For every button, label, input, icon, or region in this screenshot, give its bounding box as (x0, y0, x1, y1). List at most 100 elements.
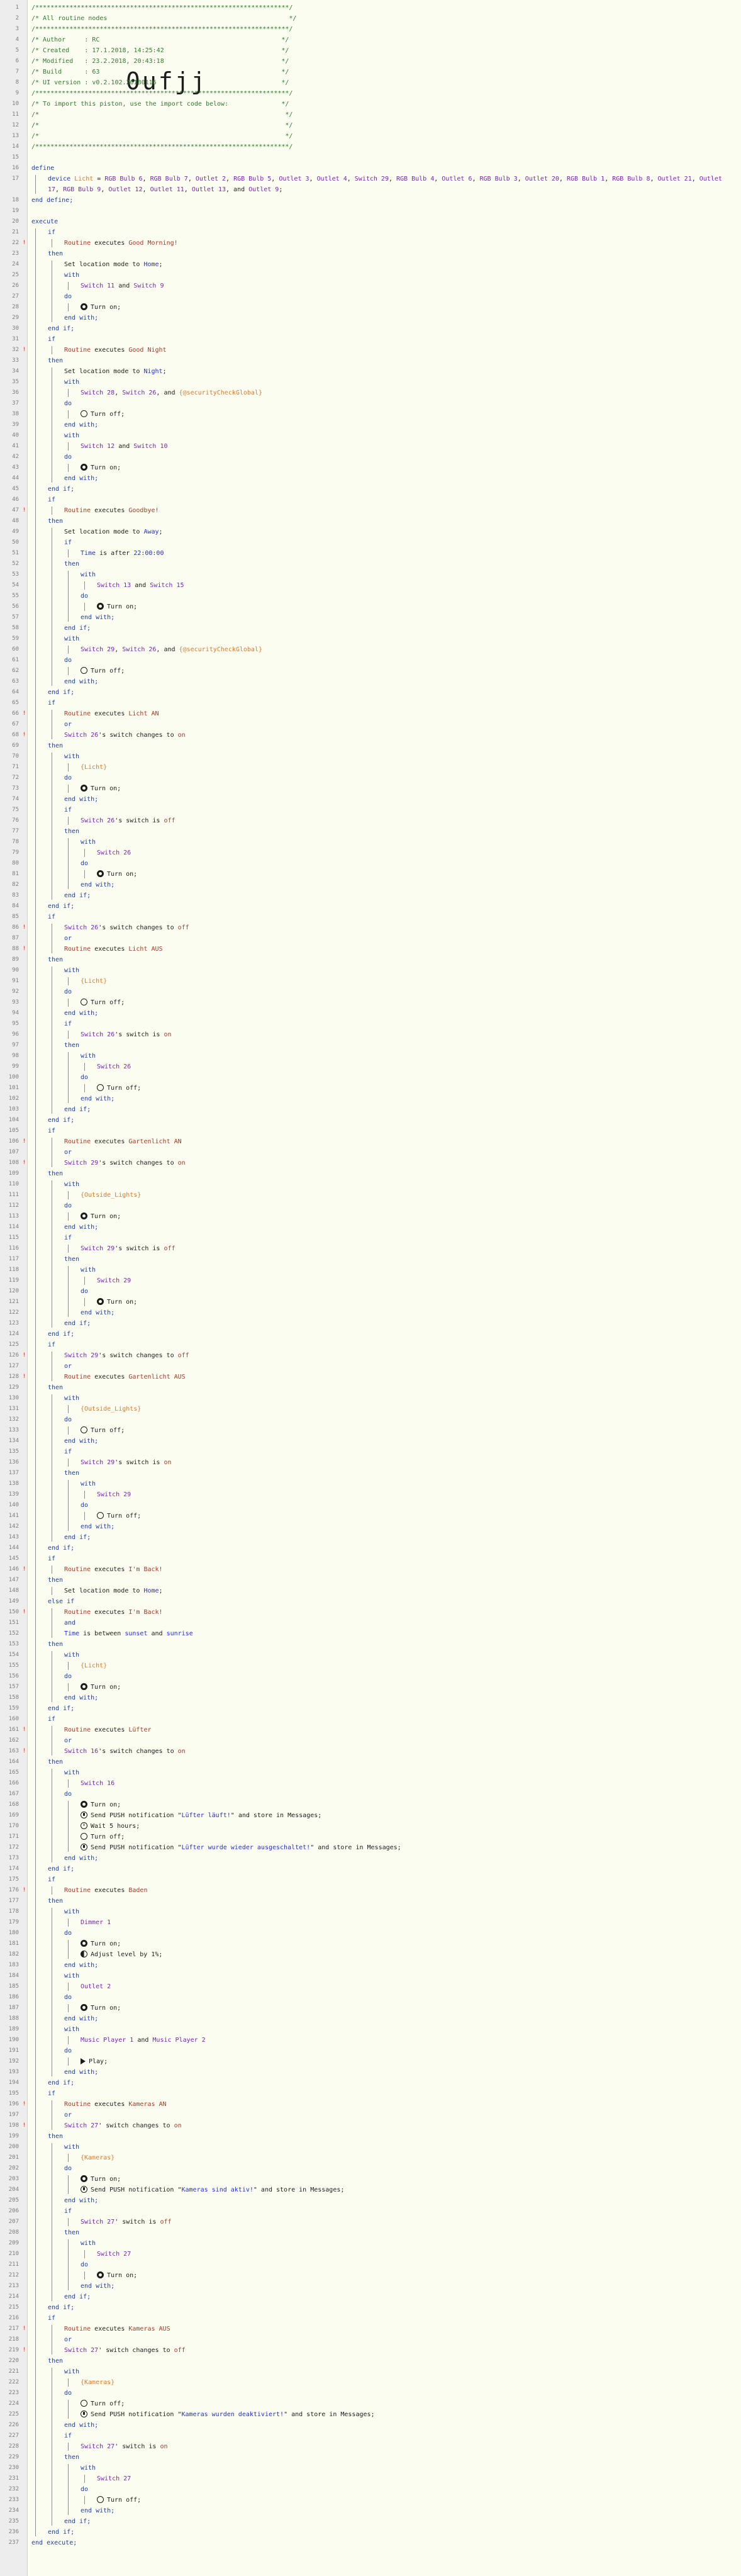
line-number: 224 (8, 2400, 19, 2407)
line-number: 191 (8, 2047, 19, 2054)
line-number: 46 (12, 496, 19, 503)
indent-guide (84, 849, 85, 857)
line-number: 9 (15, 90, 19, 96)
line-number: 99 (12, 1063, 19, 1070)
token-dv: Switch 29 (97, 1277, 131, 1284)
code-line: Send PUSH notification "Kameras sind akt… (81, 2185, 344, 2195)
line-number: 128 (8, 1374, 19, 1380)
token-rt: Routine (64, 240, 95, 247)
token-rt: I'm Back! (128, 1566, 163, 1573)
token-kw: then (48, 1759, 64, 1766)
line-number: 164 (8, 1759, 19, 1765)
code-line: if (64, 537, 72, 548)
turn-on-icon (81, 1801, 87, 1808)
line-number: 31 (12, 336, 19, 342)
line-number: 149 (8, 1598, 19, 1604)
code-line: do (64, 2388, 72, 2399)
token-txt: and (114, 443, 134, 450)
token-rt: off (164, 817, 176, 824)
token-cm: /* All routine nodes */ (31, 15, 297, 22)
token-txt: executes (94, 710, 129, 717)
token-var: {Licht} (81, 1662, 108, 1669)
code-line: do (64, 773, 72, 783)
code-line: end with; (64, 313, 98, 323)
indent-guide (68, 1245, 69, 1253)
token-txt: executes (94, 946, 129, 953)
token-txt: Turn off; (91, 411, 125, 418)
token-kw: if (48, 496, 56, 503)
code-line: /* UI version : v0.2.102.20180116 */ (31, 77, 289, 88)
line-number: 74 (12, 796, 19, 802)
token-rt: Routine (64, 347, 95, 354)
line-number: 14 (12, 143, 19, 150)
code-line: then (48, 741, 63, 751)
token-txt: " and store in Messages; (230, 1812, 322, 1819)
line-number: 228 (8, 2443, 19, 2450)
condition-flag-icon: ! (22, 1160, 26, 1166)
token-kw: then (48, 2358, 64, 2365)
token-var: {Kameras} (81, 2379, 115, 2386)
line-number: 233 (8, 2497, 19, 2503)
code-line: {Licht} (81, 762, 107, 773)
code-line: end with; (64, 2013, 98, 2024)
condition-flag-icon: ! (22, 1609, 26, 1615)
token-txt: , and (226, 186, 249, 193)
token-rt: off (177, 924, 189, 931)
code-line: end with; (81, 1521, 114, 1532)
line-number: 100 (8, 1074, 19, 1080)
line-number: 6 (15, 58, 19, 64)
line-number: 210 (8, 2251, 19, 2257)
line-number: 195 (8, 2090, 19, 2097)
line-number: 226 (8, 2422, 19, 2428)
token-dv: Switch 29 (97, 1491, 131, 1498)
code-line: {Licht} (81, 1660, 107, 1671)
token-kw: if (64, 807, 72, 814)
turn-on-icon (97, 870, 104, 877)
token-txt: , (472, 176, 480, 182)
token-kw: end execute; (31, 2540, 77, 2546)
code-line: with (81, 1479, 96, 1489)
code-line: end with; (81, 1308, 114, 1318)
token-dv: RGB Bulb 5 (233, 176, 272, 182)
code-line: Send PUSH notification "Kameras wurden d… (81, 2409, 375, 2420)
token-var: {Kameras} (81, 2154, 115, 2161)
token-kw: with (81, 2240, 96, 2247)
token-dv: Switch 29 (354, 176, 389, 182)
code-line: Switch 26's switch is off (81, 815, 176, 826)
token-txt: Turn on; (91, 464, 121, 471)
line-number: 171 (8, 1834, 19, 1840)
token-str: Away (143, 529, 159, 535)
token-kw: end with; (64, 422, 99, 428)
token-kw: if (64, 2208, 72, 2215)
code-line: end with; (64, 2195, 98, 2206)
push-notification-icon (81, 1812, 87, 1818)
token-txt: Set location mode to (64, 529, 144, 535)
token-kw: end with; (64, 1438, 99, 1445)
token-dv: Switch 27 (81, 2443, 115, 2450)
line-number: 158 (8, 1694, 19, 1701)
token-kw: do (64, 2047, 72, 2054)
line-number: 193 (8, 2069, 19, 2075)
indent-guide (68, 464, 69, 472)
line-number: 176 (8, 1887, 19, 1893)
line-number: 142 (8, 1523, 19, 1530)
token-txt: ' switch is (114, 2443, 160, 2450)
code-line: then (48, 2356, 63, 2366)
code-line: end if; (48, 484, 74, 495)
line-number: 144 (8, 1545, 19, 1551)
code-line: do (64, 1671, 72, 1682)
line-number: 111 (8, 1192, 19, 1198)
token-kw: do (64, 2165, 72, 2172)
token-rt: on (164, 1031, 172, 1038)
line-number: 150 (8, 1609, 19, 1615)
line-number: 70 (12, 753, 19, 759)
line-number: 32 (12, 347, 19, 353)
turn-on-icon (81, 303, 87, 310)
token-kw: if (64, 1235, 72, 1241)
code-line: end if; (64, 2292, 91, 2302)
condition-flag-icon: ! (22, 347, 26, 353)
line-number: 225 (8, 2411, 19, 2417)
token-txt: = (93, 176, 105, 182)
token-kw: do (81, 2261, 89, 2268)
line-number: 148 (8, 1588, 19, 1594)
